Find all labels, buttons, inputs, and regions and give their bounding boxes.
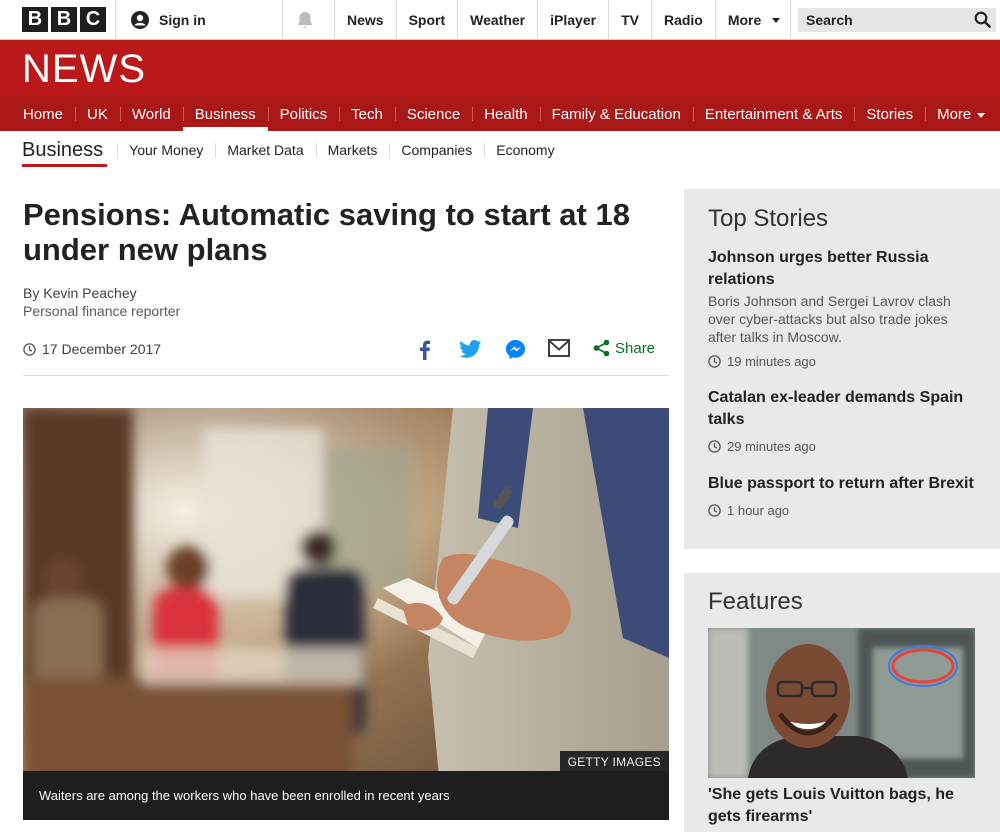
top-nav-news[interactable]: News [334,0,396,40]
top-nav-weather[interactable]: Weather [457,0,537,40]
messenger-icon[interactable] [505,339,526,360]
main-nav-uk[interactable]: UK [75,96,120,131]
top-nav-sport[interactable]: Sport [395,0,458,40]
bbc-logo-letter: B [22,7,48,32]
top-nav-radio[interactable]: Radio [650,0,715,40]
sign-in-button[interactable]: Sign in [130,10,206,30]
image-caption: Waiters are among the workers who have b… [23,771,669,820]
article-hero-image: GETTY IMAGES Waiters are among the worke… [23,408,669,820]
main-nav-science[interactable]: Science [394,96,472,131]
section-title-business[interactable]: Business [22,131,108,169]
feature-photo [708,628,975,778]
features-panel: Features 'She gets Louis Vuitton bags, h… [684,573,1000,832]
top-story-link[interactable]: Catalan ex-leader demands Spain talks [708,387,976,431]
top-stories-title: Top Stories [708,205,829,232]
top-story-time: 19 minutes ago [708,354,976,369]
chevron-down-icon [771,18,780,23]
news-masthead: NEWS [0,40,1000,96]
top-story-time: 1 hour ago [708,503,976,518]
sign-in-label: Sign in [159,12,206,28]
news-logo[interactable]: NEWS [22,49,146,89]
main-nav-health[interactable]: Health [472,96,539,131]
top-story-time: 29 minutes ago [708,439,976,454]
top-story-link[interactable]: Blue passport to return after Brexit [708,473,976,495]
main-nav-politics[interactable]: Politics [267,96,340,131]
user-icon [131,11,149,29]
facebook-icon[interactable] [419,339,431,361]
section-nav-companies[interactable]: Companies [389,142,484,158]
main-nav-more-label: More [937,106,972,123]
top-nav-iplayer[interactable]: iPlayer [537,0,608,40]
feature-image[interactable] [708,628,975,778]
main-nav-business[interactable]: Business [182,96,268,131]
top-nav-more-label: More [727,12,762,28]
main-nav-stories[interactable]: Stories [854,96,925,131]
share-label: Share [615,339,656,357]
top-story: Blue passport to return after Brexit 1 h… [708,473,976,518]
top-nav: News Sport Weather iPlayer TV Radio More [334,0,791,40]
top-stories-panel: Top Stories Johnson urges better Russia … [684,189,1000,549]
main-nav-world[interactable]: World [119,96,183,131]
top-nav-tv[interactable]: TV [608,0,651,40]
section-nav: Business Your Money Market Data Markets … [0,131,1000,169]
main-nav-more[interactable]: More [925,96,997,131]
clock-icon [708,440,721,453]
top-story-link[interactable]: Johnson urges better Russia relations [708,247,976,291]
email-icon[interactable] [548,339,570,357]
author-role: Personal finance reporter [23,303,181,319]
main-nav-tech[interactable]: Tech [339,96,395,131]
top-story-summary: Boris Johnson and Sergei Lavrov clash ov… [708,293,951,345]
chevron-down-icon [977,112,986,118]
features-title: Features [708,588,803,615]
section-nav-economy[interactable]: Economy [484,142,566,158]
author-name: By Kevin Peachey [23,285,137,301]
top-story: Johnson urges better Russia relations Bo… [708,247,976,369]
section-nav-market-data[interactable]: Market Data [215,142,315,158]
header-divider [115,0,116,40]
clock-icon [708,355,721,368]
section-nav-your-money[interactable]: Your Money [117,142,215,158]
article-date: 17 December 2017 [23,341,161,357]
top-story-time-text: 29 minutes ago [727,439,816,454]
bbc-logo[interactable]: B B C [22,7,106,32]
article-date-text: 17 December 2017 [42,341,162,357]
top-story-time-text: 1 hour ago [727,503,790,518]
global-header: B B C Sign in News Sport Weather iPlayer… [0,0,1000,40]
twitter-icon[interactable] [460,339,482,359]
header-divider [282,0,283,40]
bell-icon[interactable] [296,10,314,35]
article-meta: 17 December 2017 Share [23,336,669,376]
top-story: Catalan ex-leader demands Spain talks 29… [708,387,976,454]
section-nav-markets[interactable]: Markets [315,142,390,158]
top-nav-more[interactable]: More [714,0,791,40]
share-button[interactable]: Share [593,339,655,357]
search-icon[interactable] [974,11,991,33]
top-story-time-text: 19 minutes ago [727,354,816,369]
clock-icon [708,504,721,517]
clock-icon [23,342,36,356]
main-nav-home[interactable]: Home [11,96,75,131]
main-nav-entertainment-arts[interactable]: Entertainment & Arts [692,96,855,131]
main-nav-family-education[interactable]: Family & Education [539,96,693,131]
image-credit: GETTY IMAGES [559,751,669,773]
bbc-logo-letter: C [80,7,106,32]
share-icon [593,339,610,357]
article-byline: By Kevin Peachey Personal finance report… [23,284,180,320]
main-nav: Home UK World Business Politics Tech Sci… [0,96,1000,131]
search-input[interactable] [798,8,996,32]
feature-link[interactable]: 'She gets Louis Vuitton bags, he gets fi… [708,784,976,828]
article-headline: Pensions: Automatic saving to start at 1… [23,197,630,267]
bbc-logo-letter: B [51,7,77,32]
